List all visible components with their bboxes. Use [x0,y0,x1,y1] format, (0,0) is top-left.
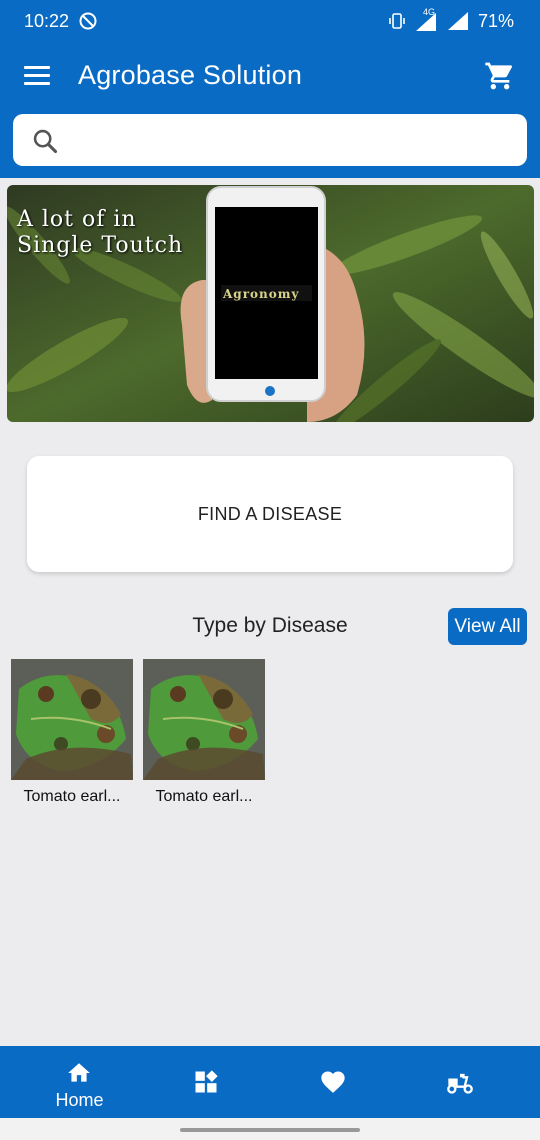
nav-item-categories[interactable] [139,1046,274,1118]
disease-item[interactable]: Tomato earl... [143,659,265,806]
disease-caption: Tomato earl... [23,788,121,805]
cart-icon[interactable] [484,60,516,92]
search-input[interactable] [73,122,513,158]
search-box[interactable] [13,114,527,166]
battery-level: 71% [477,10,514,31]
system-navigation-area [0,1118,540,1140]
banner-line-1: A lot of in [17,207,137,232]
phone-brand-text: Agronomy [222,287,299,301]
do-not-disturb-icon [79,12,97,30]
nav-item-favorites[interactable] [266,1046,401,1118]
view-all-label: View All [454,615,521,637]
banner-headline: A lot of in Single Toutch [17,207,183,259]
disease-item[interactable]: Tomato earl... [11,659,133,806]
search-bar-container [0,112,540,178]
categories-icon [195,1070,218,1093]
app-bar: Agrobase Solution [0,42,540,112]
nav-item-home[interactable]: Home [12,1046,147,1118]
menu-button[interactable] [24,66,50,88]
home-icon [68,1063,90,1082]
vibrate-icon [389,13,405,29]
promo-banner[interactable]: Agronomy A lot of in Single Toutch [7,185,534,422]
disease-thumbnail [11,659,133,780]
home-indicator[interactable] [180,1128,360,1132]
wifi-signal-icon [447,12,468,30]
disease-thumbnail [143,659,265,780]
status-bar: 10:22 4G 71% [0,0,540,42]
view-all-button[interactable]: View All [448,608,527,645]
network-type: 4G [422,7,435,17]
find-disease-button[interactable]: FIND A DISEASE [27,456,513,572]
cell-signal-icon: 4G [415,7,438,31]
delivery-scooter-icon [447,1073,473,1094]
status-time: 10:22 [24,10,70,31]
heart-icon [321,1071,345,1093]
nav-label-home: Home [55,1090,104,1110]
app-title: Agrobase Solution [78,60,303,90]
disease-caption: Tomato earl... [155,788,253,805]
banner-line-2: Single Toutch [17,233,184,258]
nav-item-delivery[interactable] [393,1046,528,1118]
search-icon [33,129,58,154]
bottom-navigation: Home [0,1046,540,1118]
find-disease-label: FIND A DISEASE [197,503,343,524]
